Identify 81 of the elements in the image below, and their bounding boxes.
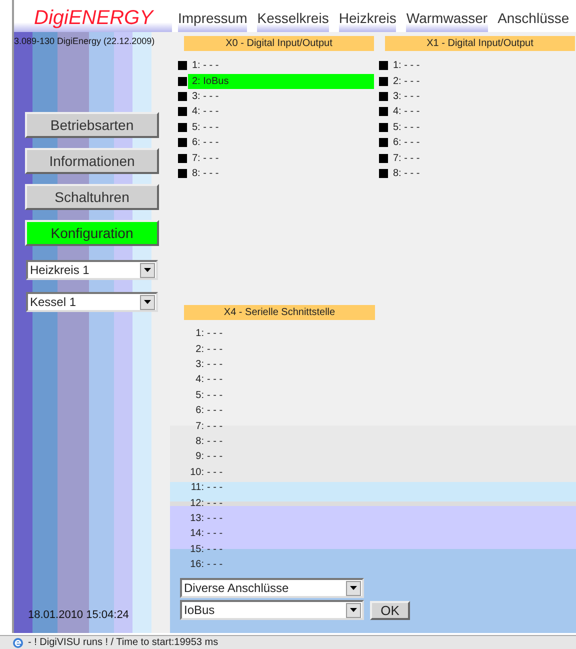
status-square-icon <box>379 76 388 86</box>
io-row-text: 4: - - - <box>392 105 421 120</box>
status-square-icon <box>379 122 388 132</box>
row-value: - - - <box>207 527 223 542</box>
row-number: 4: <box>194 373 204 388</box>
nav-button[interactable]: Konfiguration <box>25 220 159 246</box>
io-row-text: 6: - - - <box>191 136 220 150</box>
io-row-text: 5: - - - <box>191 120 220 135</box>
version-text: 3.089-130 DigiEnergy (22.12.2009) <box>14 35 155 48</box>
io-row-text: 7: - - - <box>392 152 421 166</box>
row-value: - - - <box>207 358 223 372</box>
row-number: 14: <box>189 527 204 542</box>
panel-header: X1 - Digital Input/Output <box>385 36 575 51</box>
row-number: 9: <box>194 450 204 464</box>
row-value: - - - <box>207 558 223 572</box>
row-value: - - - <box>207 466 223 480</box>
row-number: 13: <box>189 512 204 526</box>
row-number: 11: <box>190 481 204 496</box>
panel-header: X4 - Serielle Schnittstelle <box>184 305 375 320</box>
status-square-icon <box>379 92 388 101</box>
status-square-icon <box>379 107 388 116</box>
row-number: 2: <box>194 342 204 357</box>
io-row-text: 7: - - - <box>191 152 220 166</box>
status-square-icon <box>178 107 187 116</box>
status-square-icon <box>178 76 187 86</box>
status-square-icon <box>379 61 388 70</box>
status-square-icon <box>379 154 388 163</box>
row-value: - - - <box>207 373 223 388</box>
row-value: - - - <box>207 404 223 418</box>
ok-button[interactable]: OK <box>370 600 410 620</box>
panel-header: X0 - Digital Input/Output <box>184 36 374 51</box>
row-number: 16: <box>189 558 204 572</box>
row-number: 5: <box>194 388 204 403</box>
io-row-text: 1: - - - <box>191 59 220 74</box>
status-square-icon <box>379 138 388 148</box>
row-value: - - - <box>207 327 223 342</box>
row-value: - - - <box>207 496 223 511</box>
io-row: 2: IoBus <box>188 74 374 89</box>
io-row-text: 5: - - - <box>392 120 421 135</box>
io-row-text: 1: - - - <box>392 59 421 74</box>
nav-button[interactable]: Schaltuhren <box>25 184 159 210</box>
dropdown[interactable]: Heizkreis 1 <box>26 260 158 280</box>
row-number: 1: <box>194 327 204 342</box>
dropdown[interactable]: Kessel 1 <box>26 292 158 312</box>
dropdown[interactable]: IoBus <box>180 600 364 620</box>
row-value: - - - <box>207 450 223 464</box>
status-square-icon <box>178 122 187 132</box>
status-square-icon <box>178 168 187 178</box>
logo: DigiENERGY <box>34 6 153 31</box>
row-number: 6: <box>194 404 204 418</box>
row-value: - - - <box>207 435 223 450</box>
row-value: - - - <box>207 542 223 557</box>
io-row-text: 6: - - - <box>392 136 421 150</box>
row-number: 10: <box>189 466 204 480</box>
io-row-text: 3: - - - <box>191 90 220 104</box>
io-row-text: 3: - - - <box>392 90 421 104</box>
row-number: 3: <box>194 358 204 372</box>
datetime-text: 18.01.2010 15:04:24 <box>28 610 129 621</box>
status-square-icon <box>178 154 187 163</box>
row-number: 8: <box>194 435 204 450</box>
io-row-text: 8: - - - <box>392 166 421 181</box>
row-number: 12: <box>189 496 204 511</box>
browser-e-icon <box>12 636 24 648</box>
dropdown[interactable]: Diverse Anschlüsse <box>180 578 364 598</box>
nav-button[interactable]: Betriebsarten <box>25 112 159 138</box>
row-value: - - - <box>207 512 223 526</box>
row-value: - - - <box>207 342 223 357</box>
row-number: 7: <box>194 420 204 434</box>
nav-button[interactable]: Informationen <box>25 148 159 174</box>
io-row-text: 2: - - - <box>392 74 421 89</box>
status-square-icon <box>178 138 187 148</box>
status-square-icon <box>178 92 187 101</box>
row-number: 15: <box>189 542 204 557</box>
row-value: - - - <box>207 420 223 434</box>
row-value: - - - <box>207 481 223 496</box>
status-square-icon <box>379 168 388 178</box>
status-text: - ! DigiVISU runs ! / Time to start:19953 ms <box>28 638 218 648</box>
row-value: - - - <box>207 388 223 403</box>
io-row-text: 4: - - - <box>191 105 220 120</box>
status-square-icon <box>178 61 187 70</box>
io-row-text: 8: - - - <box>191 166 220 181</box>
